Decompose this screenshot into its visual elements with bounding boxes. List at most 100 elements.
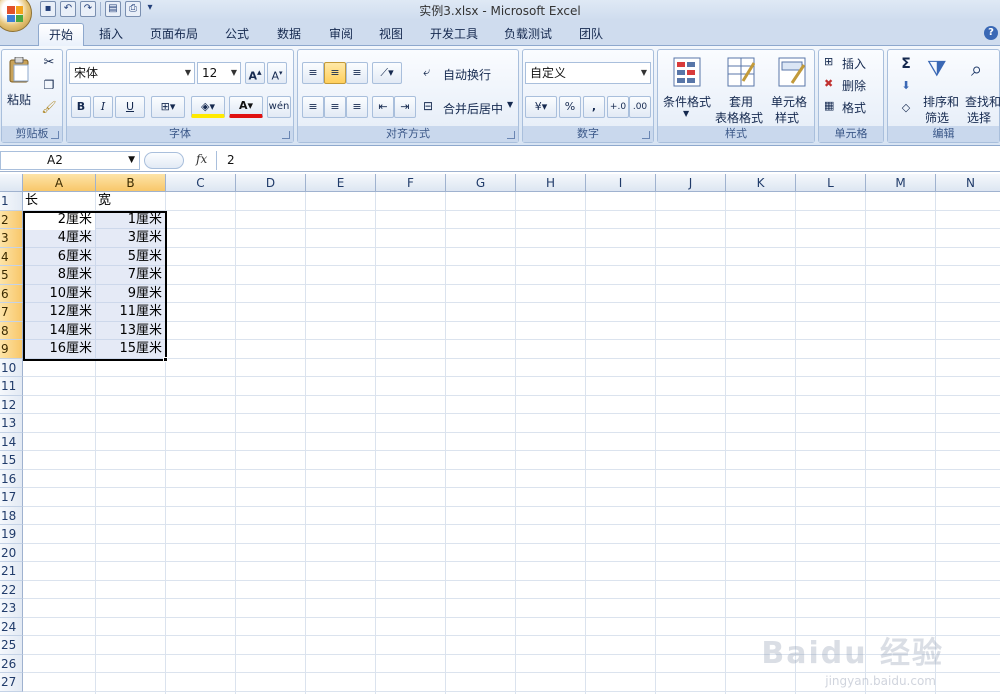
cell-B9[interactable]: 15厘米	[98, 340, 164, 358]
tab-view[interactable]: 视图	[370, 23, 412, 46]
row-header-26[interactable]: 26	[0, 654, 23, 673]
align-center-icon[interactable]: ≡	[324, 96, 346, 118]
cell-B6[interactable]: 9厘米	[98, 285, 164, 303]
phonetic-icon[interactable]: wén	[267, 96, 291, 118]
column-header-C[interactable]: C	[166, 174, 236, 192]
font-color-icon[interactable]: A▾	[229, 96, 263, 118]
fill-icon[interactable]: ⬇	[892, 76, 920, 96]
column-header-N[interactable]: N	[936, 174, 1000, 192]
tab-load-test[interactable]: 负载测试	[498, 23, 558, 46]
delete-cells-button[interactable]: ✖ 删除	[821, 74, 883, 94]
align-left-icon[interactable]: ≡	[302, 96, 324, 118]
underline-button[interactable]: U	[115, 96, 145, 118]
column-header-G[interactable]: G	[446, 174, 516, 192]
cell-B5[interactable]: 7厘米	[98, 266, 164, 284]
name-box[interactable]: A2 ▼	[0, 151, 140, 170]
conditional-formatting-button[interactable]: 条件格式 ▼	[660, 52, 712, 126]
italic-button[interactable]: I	[93, 96, 113, 118]
cell-styles-button[interactable]: 单元格 样式	[768, 52, 814, 126]
column-header-B[interactable]: B	[96, 174, 166, 192]
row-header-27[interactable]: 27	[0, 673, 23, 692]
tab-insert[interactable]: 插入	[90, 23, 132, 46]
font-name-select[interactable]: 宋体 ▼	[69, 62, 195, 84]
row-header-8[interactable]: 8	[0, 321, 23, 340]
font-size-select[interactable]: 12 ▼	[197, 62, 241, 84]
cell-B2[interactable]: 1厘米	[98, 211, 164, 229]
column-header-D[interactable]: D	[236, 174, 306, 192]
grow-font-icon[interactable]: A▴	[245, 62, 265, 84]
cell-A5[interactable]: 8厘米	[25, 266, 94, 284]
increase-decimal-icon[interactable]: +.0	[607, 96, 629, 118]
row-header-18[interactable]: 18	[0, 506, 23, 525]
orientation-icon[interactable]: ⟋▾	[372, 62, 402, 84]
bold-button[interactable]: B	[71, 96, 91, 118]
cell-A4[interactable]: 6厘米	[25, 248, 94, 266]
row-header-23[interactable]: 23	[0, 599, 23, 618]
row-header-2[interactable]: 2	[0, 210, 23, 229]
column-header-L[interactable]: L	[796, 174, 866, 192]
percent-button[interactable]: %	[559, 96, 581, 118]
column-header-H[interactable]: H	[516, 174, 586, 192]
insert-cells-button[interactable]: ⊞ 插入	[821, 52, 883, 72]
cell-A3[interactable]: 4厘米	[25, 229, 94, 247]
row-header-3[interactable]: 3	[0, 229, 23, 248]
select-all-corner[interactable]	[0, 174, 23, 192]
find-select-button[interactable]: ⌕ 查找和 选择	[964, 52, 1000, 126]
clipboard-dialog-launcher-icon[interactable]	[51, 131, 59, 139]
row-header-11[interactable]: 11	[0, 377, 23, 396]
accounting-format-icon[interactable]: ¥▾	[525, 96, 557, 118]
cell-B8[interactable]: 13厘米	[98, 322, 164, 340]
fill-color-icon[interactable]: ◈▾	[191, 96, 225, 118]
column-header-A[interactable]: A	[23, 174, 96, 192]
row-header-5[interactable]: 5	[0, 266, 23, 285]
row-header-25[interactable]: 25	[0, 636, 23, 655]
row-header-15[interactable]: 15	[0, 451, 23, 470]
cell-A2[interactable]: 2厘米	[25, 211, 94, 229]
row-header-13[interactable]: 13	[0, 414, 23, 433]
middle-align-icon[interactable]: ≡	[324, 62, 346, 84]
tab-team[interactable]: 团队	[570, 23, 612, 46]
column-header-M[interactable]: M	[866, 174, 936, 192]
formula-bar-expand-icon[interactable]	[144, 152, 184, 169]
clear-icon[interactable]: ◇	[892, 98, 920, 118]
shrink-font-icon[interactable]: A▾	[267, 62, 287, 84]
wrap-text-button[interactable]: ⤶ 自动换行	[420, 62, 516, 84]
borders-icon[interactable]: ⊞▾	[151, 96, 185, 118]
cell-B7[interactable]: 11厘米	[98, 303, 164, 321]
cell-A9[interactable]: 16厘米	[25, 340, 94, 358]
row-header-17[interactable]: 17	[0, 488, 23, 507]
formula-input[interactable]: 2	[216, 151, 1000, 170]
tab-page-layout[interactable]: 页面布局	[144, 23, 204, 46]
decrease-decimal-icon[interactable]: .00	[629, 96, 651, 118]
comma-style-button[interactable]: ,	[583, 96, 605, 118]
column-header-E[interactable]: E	[306, 174, 376, 192]
top-align-icon[interactable]: ≡	[302, 62, 324, 84]
cell-A1[interactable]: 长	[25, 192, 94, 210]
format-painter-icon[interactable]: 🖌	[40, 98, 58, 116]
format-as-table-button[interactable]: 套用 表格格式	[714, 52, 766, 126]
cell-A6[interactable]: 10厘米	[25, 285, 94, 303]
format-cells-button[interactable]: ▦ 格式	[821, 96, 883, 116]
cell-A8[interactable]: 14厘米	[25, 322, 94, 340]
tab-home[interactable]: 开始	[38, 23, 84, 46]
column-header-F[interactable]: F	[376, 174, 446, 192]
cell-B1[interactable]: 宽	[98, 192, 164, 210]
help-icon[interactable]: ?	[984, 26, 998, 40]
row-header-6[interactable]: 6	[0, 284, 23, 303]
row-header-4[interactable]: 4	[0, 247, 23, 266]
sort-filter-button[interactable]: ⧩ 排序和 筛选	[922, 52, 962, 126]
row-header-21[interactable]: 21	[0, 562, 23, 581]
tab-data[interactable]: 数据	[268, 23, 310, 46]
tab-review[interactable]: 审阅	[320, 23, 362, 46]
row-header-7[interactable]: 7	[0, 303, 23, 322]
number-dialog-launcher-icon[interactable]	[642, 131, 650, 139]
paste-button[interactable]: 粘贴	[4, 52, 34, 110]
tab-developer[interactable]: 开发工具	[424, 23, 484, 46]
row-header-22[interactable]: 22	[0, 580, 23, 599]
row-header-10[interactable]: 10	[0, 358, 23, 377]
row-header-19[interactable]: 19	[0, 525, 23, 544]
row-header-20[interactable]: 20	[0, 543, 23, 562]
row-header-16[interactable]: 16	[0, 469, 23, 488]
cell-B4[interactable]: 5厘米	[98, 248, 164, 266]
worksheet-grid[interactable]: A B C D E F G H I J K L M N 1 2 3 4 5 6 7 8 9 10 11 12 13 14 15 16 17 1…	[0, 174, 1000, 694]
